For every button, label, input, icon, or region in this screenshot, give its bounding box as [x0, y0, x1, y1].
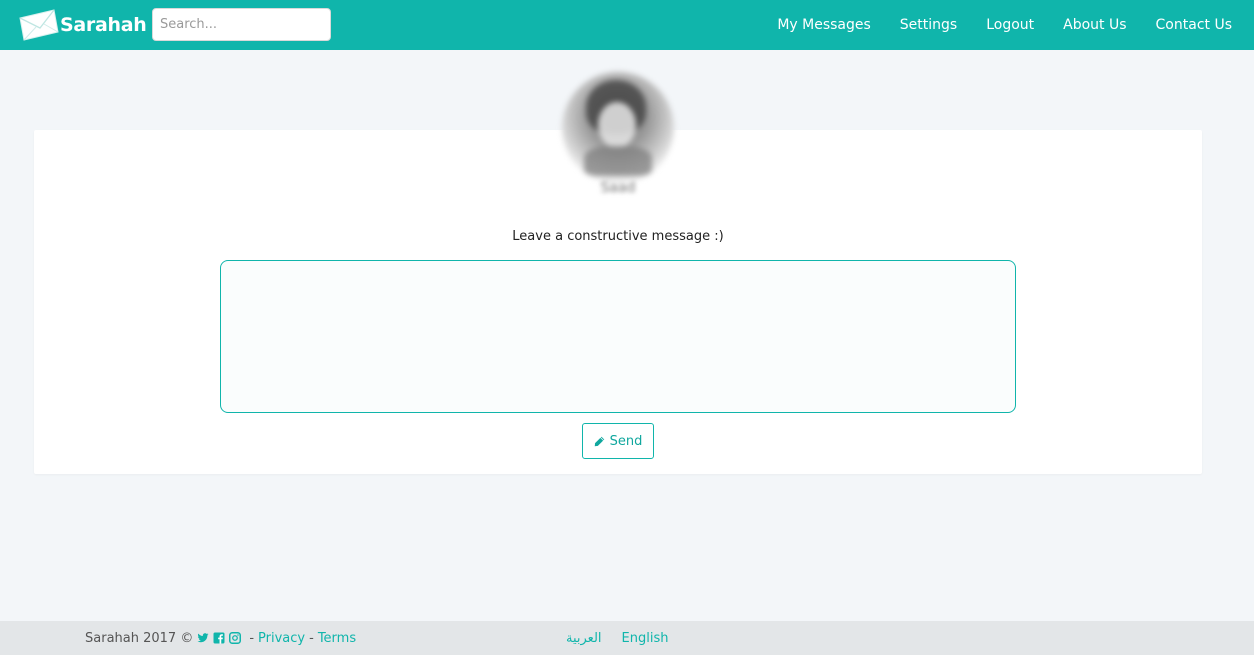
terms-link[interactable]: Terms — [318, 631, 356, 646]
footer-separator: - — [309, 630, 314, 646]
privacy-link[interactable]: Privacy — [258, 631, 305, 646]
envelope-logo-icon — [19, 9, 59, 41]
nav-contact-us-link[interactable]: Contact Us — [1156, 17, 1232, 33]
nav-my-messages-link[interactable]: My Messages — [777, 17, 870, 33]
profile-avatar — [562, 72, 674, 184]
language-switcher: العربية English — [566, 621, 688, 655]
message-prompt: Leave a constructive message :) — [512, 229, 724, 244]
footer-left: Sarahah 2017 © - Privacy - Terms — [85, 621, 356, 655]
profile-username: Saad — [600, 180, 636, 196]
nav-about-us-link[interactable]: About Us — [1063, 17, 1126, 33]
facebook-icon[interactable] — [213, 632, 225, 644]
send-button-label: Send — [609, 433, 643, 449]
top-navbar: Sarahah My Messages Settings Logout Abou… — [0, 0, 1254, 50]
twitter-icon[interactable] — [197, 632, 209, 644]
brand-logo-link[interactable]: Sarahah — [18, 8, 147, 42]
brand-name: Sarahah — [60, 14, 147, 36]
avatar-face-shape — [598, 102, 636, 148]
footer-separator: - — [249, 630, 255, 646]
nav-logout-link[interactable]: Logout — [986, 17, 1034, 33]
nav-settings-link[interactable]: Settings — [900, 17, 957, 33]
footer: Sarahah 2017 © - Privacy - Terms العربية… — [0, 621, 1254, 655]
avatar-shoulders-shape — [584, 146, 652, 176]
message-textarea[interactable] — [220, 260, 1016, 413]
language-english-link[interactable]: English — [622, 631, 669, 646]
language-arabic-link[interactable]: العربية — [566, 631, 602, 646]
social-links — [197, 632, 245, 644]
send-button[interactable]: Send — [582, 423, 654, 459]
nav-links: My Messages Settings Logout About Us Con… — [748, 0, 1232, 50]
instagram-icon[interactable] — [229, 632, 242, 644]
copyright-text: Sarahah 2017 © — [85, 630, 194, 646]
search-input[interactable] — [152, 8, 331, 41]
pencil-icon — [594, 436, 604, 446]
